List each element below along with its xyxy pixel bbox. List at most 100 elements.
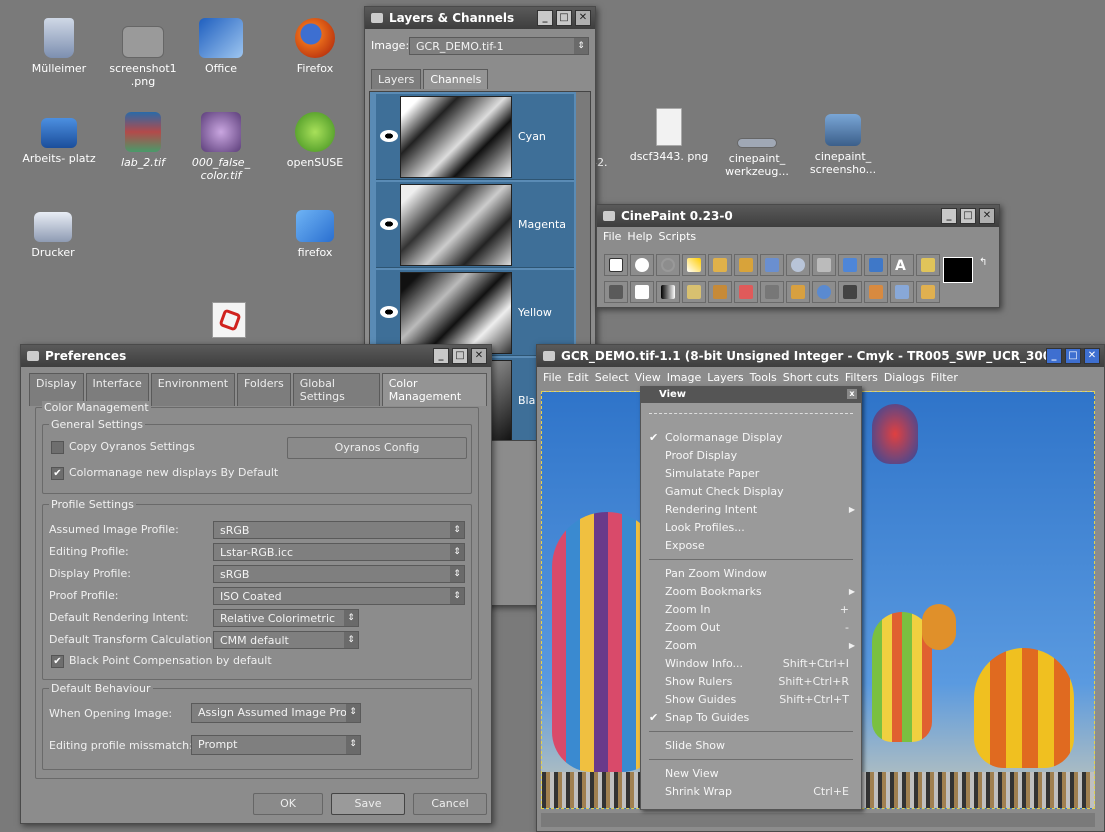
title-bar[interactable]: GCR_DEMO.tif-1.1 (8-bit Unsigned Integer… bbox=[537, 345, 1104, 367]
tab-global-settings[interactable]: Global Settings bbox=[292, 373, 380, 406]
minimize-button[interactable]: _ bbox=[941, 208, 957, 224]
desktop-icon-trash[interactable]: Mülleimer bbox=[16, 18, 102, 75]
desktop-icon-screenshot1[interactable]: screenshot1 .png bbox=[100, 18, 186, 88]
desktop-icon-cinepaint-screenshot[interactable]: cinepaint_ screensho... bbox=[800, 108, 886, 176]
assumed-profile-select[interactable]: sRGB ⇕ bbox=[213, 521, 465, 539]
minimize-button[interactable]: _ bbox=[433, 348, 449, 364]
menu-image[interactable]: Image bbox=[667, 371, 701, 384]
tab-layers[interactable]: Layers bbox=[371, 69, 422, 89]
magic-wand-tool-icon[interactable] bbox=[682, 254, 706, 276]
menu-tools[interactable]: Tools bbox=[750, 371, 777, 384]
menu-item-rendering-intent[interactable]: Rendering Intent ▶ bbox=[641, 501, 861, 519]
menu-file[interactable]: File bbox=[543, 371, 561, 384]
close-button[interactable]: ✕ bbox=[471, 348, 487, 364]
menu-dialogs[interactable]: Dialogs bbox=[884, 371, 925, 384]
menu-item-colormanage-display[interactable]: ✔ Colormanage Display bbox=[641, 429, 861, 447]
menu-file[interactable]: File bbox=[603, 230, 621, 243]
rect-select-tool-icon[interactable] bbox=[604, 254, 628, 276]
menu-item-snap-to-guides[interactable]: ✔ Snap To Guides bbox=[641, 709, 861, 727]
menu-item-zoom-bookmarks[interactable]: Zoom Bookmarks ▶ bbox=[641, 583, 861, 601]
tab-environment[interactable]: Environment bbox=[150, 373, 236, 406]
maximize-button[interactable]: □ bbox=[556, 10, 572, 26]
menu-item-expose[interactable]: Expose bbox=[641, 537, 861, 555]
menu-shortcuts[interactable]: Short cuts bbox=[783, 371, 839, 384]
menu-filters[interactable]: Filters bbox=[845, 371, 878, 384]
close-icon[interactable]: x bbox=[847, 389, 857, 399]
colormanage-new-checkbox[interactable]: ✔ bbox=[51, 467, 64, 480]
ok-button[interactable]: OK bbox=[253, 793, 323, 815]
title-bar[interactable]: Preferences _ □ ✕ bbox=[21, 345, 491, 367]
visibility-eye-icon[interactable] bbox=[380, 306, 398, 318]
oyranos-config-button[interactable]: Oyranos Config bbox=[287, 437, 467, 459]
clone-tool-icon[interactable] bbox=[786, 281, 810, 303]
foreground-color-swatch[interactable] bbox=[943, 257, 973, 283]
smudge-tool-icon[interactable] bbox=[838, 281, 862, 303]
channel-row-magenta[interactable]: Magenta bbox=[376, 182, 574, 268]
menu-item-new-view[interactable]: New View bbox=[641, 765, 861, 783]
menu-item-zoom[interactable]: Zoom ▶ bbox=[641, 637, 861, 655]
menu-item-window-info[interactable]: Window Info... Shift+Ctrl+I bbox=[641, 655, 861, 673]
desktop-icon-opensuse[interactable]: openSUSE bbox=[272, 112, 358, 169]
eraser-tool-icon[interactable] bbox=[734, 281, 758, 303]
menu-item-gamut-check-display[interactable]: Gamut Check Display bbox=[641, 483, 861, 501]
menu-help[interactable]: Help bbox=[627, 230, 652, 243]
menu-edit[interactable]: Edit bbox=[567, 371, 588, 384]
brush-tool-icon[interactable] bbox=[708, 281, 732, 303]
menu-item-zoom-in[interactable]: Zoom In + bbox=[641, 601, 861, 619]
desktop-icon-false-color[interactable]: 000_false_ color.tif bbox=[178, 112, 264, 182]
text-tool-icon[interactable]: A bbox=[890, 254, 914, 276]
minimize-button[interactable]: _ bbox=[1046, 348, 1062, 364]
desktop-icon-cinepaint-werkzeug[interactable]: cinepaint_ werkzeug... bbox=[714, 108, 800, 178]
menu-item-shrink-wrap[interactable]: Shrink Wrap Ctrl+E bbox=[641, 783, 861, 801]
mismatch-select[interactable]: Prompt ⇕ bbox=[191, 735, 361, 755]
tab-color-management[interactable]: Color Management bbox=[381, 373, 487, 406]
close-button[interactable]: ✕ bbox=[979, 208, 995, 224]
menu-item-slide-show[interactable]: Slide Show bbox=[641, 737, 861, 755]
menu-select[interactable]: Select bbox=[595, 371, 629, 384]
menu-filter[interactable]: Filter bbox=[931, 371, 958, 384]
close-button[interactable]: ✕ bbox=[1084, 348, 1100, 364]
bezier-select-tool-icon[interactable] bbox=[708, 254, 732, 276]
swap-colors-icon[interactable]: ↰ bbox=[979, 257, 987, 268]
desktop-icon-firefox[interactable]: Firefox bbox=[272, 18, 358, 75]
lasso-tool-icon[interactable] bbox=[656, 254, 680, 276]
ellipse-select-tool-icon[interactable] bbox=[630, 254, 654, 276]
menu-view[interactable]: View bbox=[635, 371, 661, 384]
tearoff-line[interactable] bbox=[649, 413, 853, 414]
magnify-tool-icon[interactable] bbox=[786, 254, 810, 276]
editing-profile-select[interactable]: Lstar-RGB.icc ⇕ bbox=[213, 543, 465, 561]
title-bar[interactable]: Layers & Channels _ □ ✕ bbox=[365, 7, 595, 29]
copy-oyranos-checkbox[interactable] bbox=[51, 441, 64, 454]
pdf-file-icon[interactable] bbox=[212, 302, 246, 338]
menu-item-look-profiles[interactable]: Look Profiles... bbox=[641, 519, 861, 537]
transform-calculation-select[interactable]: CMM default ⇕ bbox=[213, 631, 359, 649]
crop-tool-icon[interactable] bbox=[812, 254, 836, 276]
menu-layers[interactable]: Layers bbox=[707, 371, 743, 384]
window-menu-icon[interactable] bbox=[371, 13, 383, 23]
desktop-icon-office[interactable]: Office bbox=[178, 18, 264, 75]
window-menu-icon[interactable] bbox=[27, 351, 39, 361]
maximize-button[interactable]: □ bbox=[960, 208, 976, 224]
spline-tool-icon[interactable] bbox=[916, 281, 940, 303]
flip-tool-icon[interactable] bbox=[864, 254, 888, 276]
pencil-tool-icon[interactable] bbox=[682, 281, 706, 303]
save-button[interactable]: Save bbox=[331, 793, 405, 815]
display-profile-select[interactable]: sRGB ⇕ bbox=[213, 565, 465, 583]
desktop-icon-dscf3443[interactable]: dscf3443. png bbox=[626, 108, 712, 163]
menu-item-pan-zoom-window[interactable]: Pan Zoom Window bbox=[641, 565, 861, 583]
color-picker-tool-icon[interactable] bbox=[916, 254, 940, 276]
menu-scripts[interactable]: Scripts bbox=[659, 230, 697, 243]
menu-item-show-rulers[interactable]: Show Rulers Shift+Ctrl+R bbox=[641, 673, 861, 691]
image-select[interactable]: GCR_DEMO.tif-1 ⇕ bbox=[409, 37, 589, 55]
channel-row-cyan[interactable]: Cyan bbox=[376, 94, 574, 180]
rendering-intent-select[interactable]: Relative Colorimetric ⇕ bbox=[213, 609, 359, 627]
visibility-eye-icon[interactable] bbox=[380, 218, 398, 230]
when-opening-select[interactable]: Assign Assumed Image Pro ⇕ bbox=[191, 703, 361, 723]
desktop-icon-firefox-folder[interactable]: firefox bbox=[272, 206, 358, 259]
gradient-tool-icon[interactable] bbox=[656, 281, 680, 303]
transform-tool-icon[interactable] bbox=[838, 254, 862, 276]
window-menu-icon[interactable] bbox=[543, 351, 555, 361]
proof-profile-select[interactable]: ISO Coated ⇕ bbox=[213, 587, 465, 605]
move-tool-icon[interactable] bbox=[760, 254, 784, 276]
horizontal-scrollbar[interactable] bbox=[541, 813, 1095, 827]
